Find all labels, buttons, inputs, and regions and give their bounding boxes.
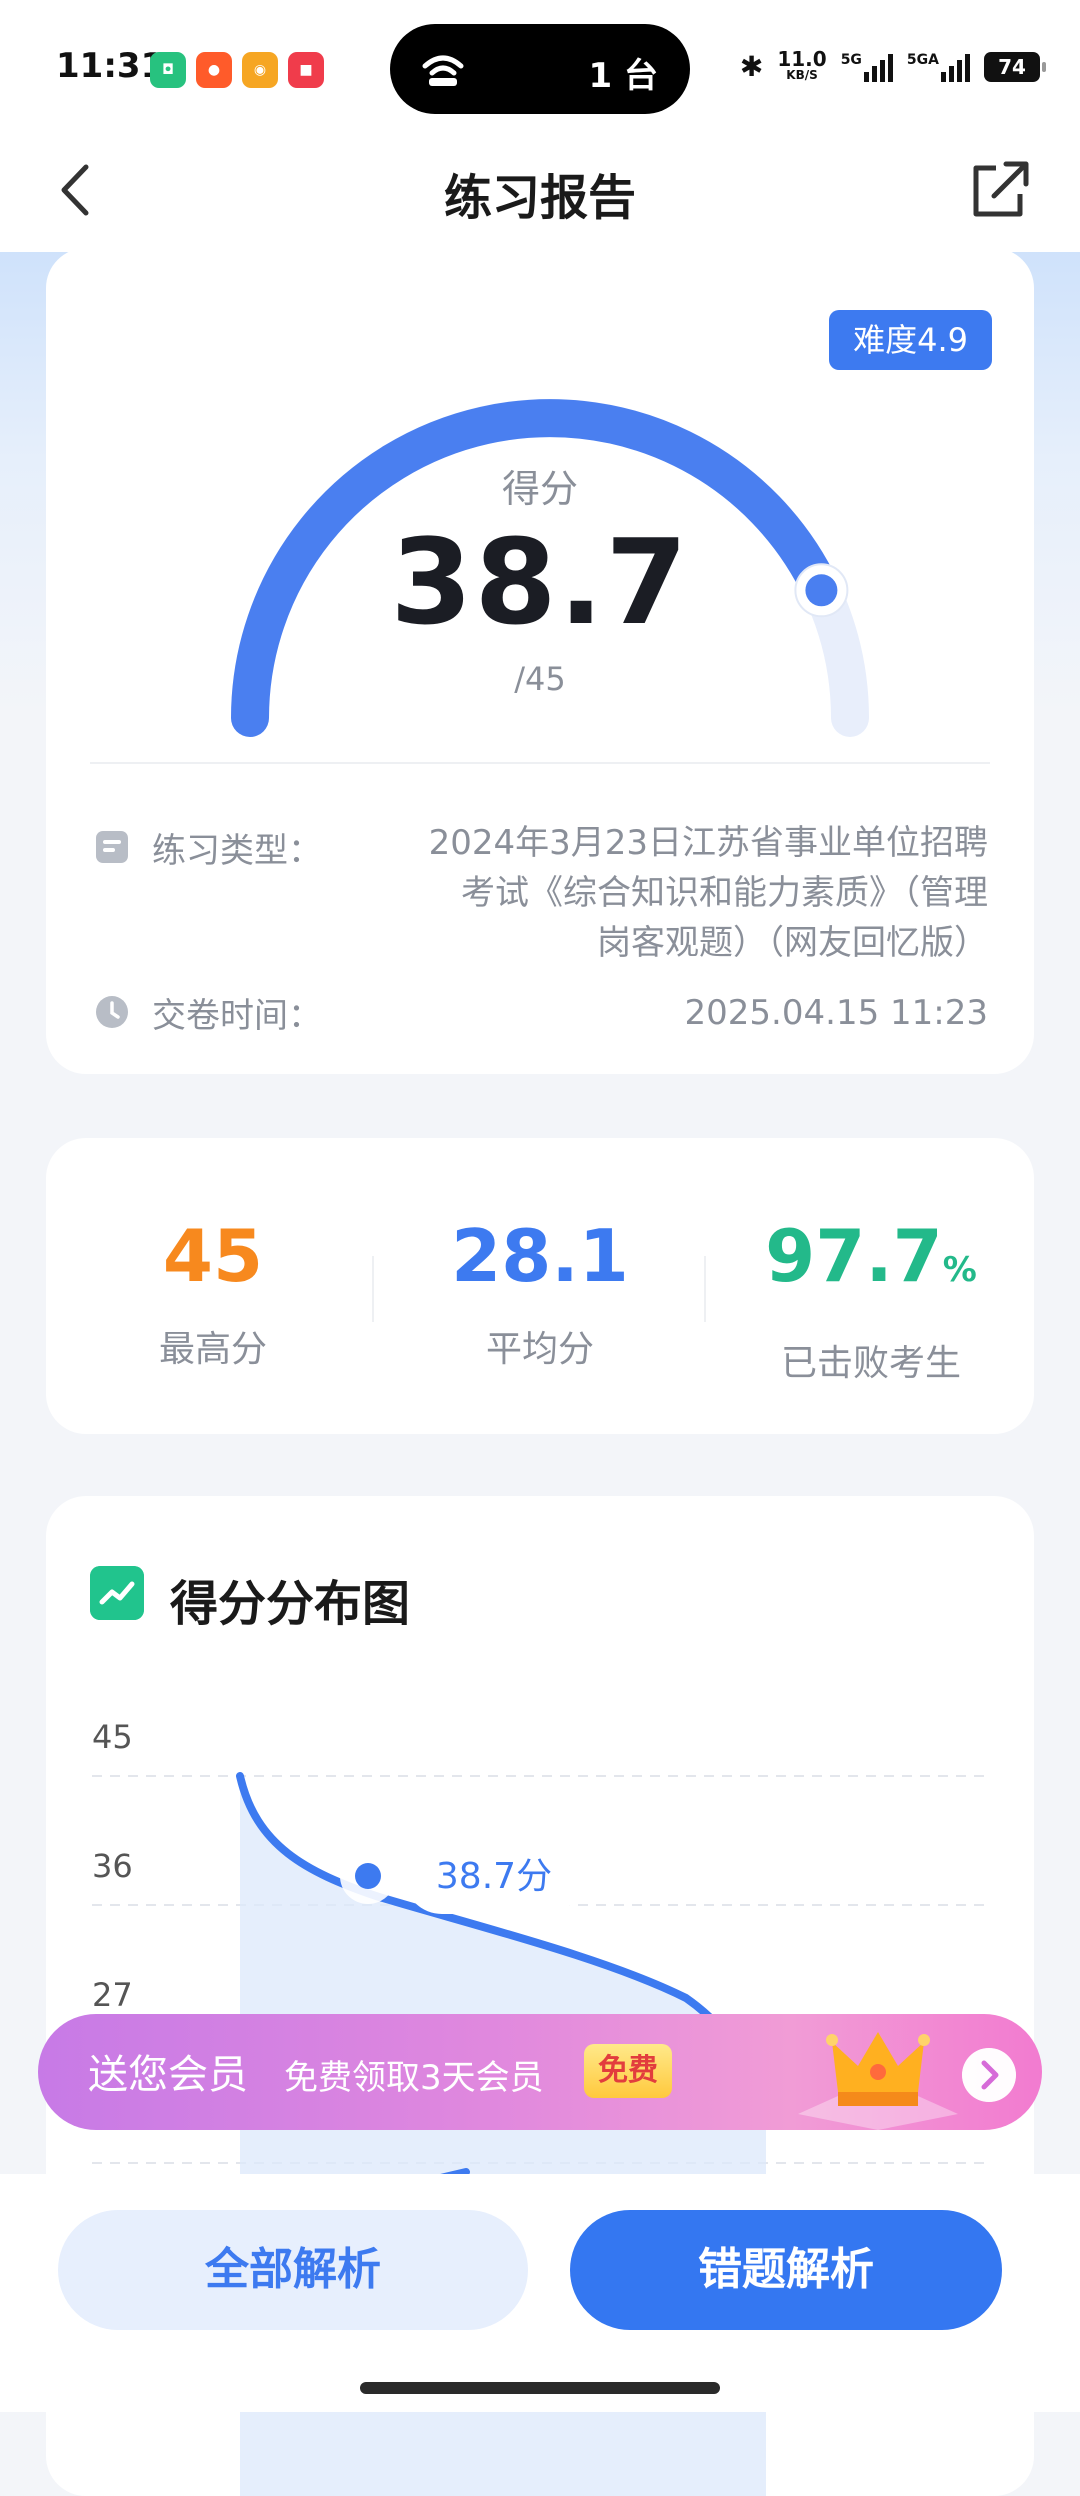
- submit-time-value: 2025.04.15 11:23: [684, 993, 988, 1033]
- page-title: 练习报告: [443, 170, 636, 226]
- signal-label: 5GA: [906, 51, 939, 68]
- signal-label: 5G: [840, 51, 862, 68]
- dynamic-island[interactable]: 1 台: [390, 24, 690, 114]
- average-score-value: 28.1: [451, 1214, 629, 1298]
- status-indicators: ✱ 11.0 KB/S 5G 5GA 74: [739, 46, 1046, 83]
- document-icon: [96, 831, 128, 863]
- vip-promo-banner[interactable]: 送您会员 免费领取3天会员 免费: [38, 2014, 1042, 2130]
- promo-sub-text: 免费领取3天会员: [284, 2058, 544, 2098]
- share-out-icon[interactable]: [966, 154, 1032, 224]
- score-card: 难度4.9 得分 38.7 /45 练习类型： 2024年3月23日江苏省事业单…: [46, 248, 1034, 1074]
- score-total: /45: [514, 660, 566, 698]
- nav-bar: 练习报告: [0, 130, 1080, 252]
- score-marker-point: [355, 1863, 381, 1889]
- submit-time-label: 交卷时间：: [152, 996, 322, 1036]
- beat-percent-unit: %: [942, 1250, 977, 1290]
- max-score-value: 45: [162, 1214, 264, 1298]
- y-tick-label: 27: [92, 1976, 133, 2014]
- practice-type-value: 2024年3月23日江苏省事业单位招聘考试《综合知识和能力素质》（管理岗客观题）…: [428, 823, 988, 963]
- signal-icon: 5GA: [907, 52, 970, 82]
- crown-icon: [798, 2032, 958, 2130]
- score-marker-label: 38.7分: [436, 1856, 552, 1897]
- stat-average: 28.1 平均分: [375, 1216, 705, 1372]
- stat-divider: [372, 1256, 374, 1322]
- battery-icon: 74: [984, 51, 1046, 82]
- bottom-action-bar: 全部解析 错题解析: [0, 2174, 1080, 2412]
- stat-max: 45 最高分: [48, 1216, 378, 1372]
- app-notification-icon: ■: [288, 52, 324, 88]
- y-tick-label: 45: [92, 1718, 133, 1756]
- home-indicator[interactable]: [360, 2382, 720, 2394]
- promo-main-text: 送您会员: [88, 2052, 248, 2098]
- wifi-hotspot-icon: [422, 55, 464, 86]
- all-analysis-button[interactable]: 全部解析: [58, 2210, 528, 2330]
- status-bar: 11:31 ◘ ● ◉ ■ 1 台 ✱ 11.0 KB/S 5G 5GA 74: [0, 0, 1080, 130]
- max-score-label: 最高分: [158, 1329, 267, 1370]
- app-notification-icon: ◘: [150, 52, 186, 88]
- beat-percent: 97.7%: [706, 1216, 1036, 1310]
- net-speed-value: 11.0: [777, 46, 827, 71]
- app-notification-icon: ●: [196, 52, 232, 88]
- chevron-right-icon[interactable]: [962, 2048, 1016, 2102]
- stats-card: 45 最高分 28.1 平均分 97.7% 已击败考生: [46, 1138, 1034, 1434]
- average-score-label: 平均分: [485, 1329, 594, 1370]
- free-tag: 免费: [584, 2044, 672, 2098]
- net-speed: 11.0 KB/S: [777, 46, 827, 83]
- score-value: 38.7: [390, 513, 690, 651]
- clock-icon: [96, 996, 128, 1028]
- status-app-icons: ◘ ● ◉ ■: [150, 52, 324, 88]
- beat-label: 已击败考生: [780, 1343, 961, 1384]
- practice-type-label: 练习类型：: [152, 831, 322, 871]
- stat-beat: 97.7% 已击败考生: [706, 1216, 1036, 1386]
- island-device-count: 1 台: [588, 56, 659, 96]
- wrong-analysis-button[interactable]: 错题解析: [570, 2210, 1002, 2330]
- beat-percent-value: 97.7: [765, 1214, 943, 1298]
- y-tick-label: 36: [92, 1847, 133, 1885]
- divider: [90, 762, 990, 764]
- signal-icon: 5G: [841, 52, 893, 82]
- score-label: 得分: [501, 467, 578, 511]
- status-time: 11:31: [56, 46, 165, 86]
- weibo-icon: ◉: [242, 52, 278, 88]
- bluetooth-icon: ✱: [739, 50, 764, 83]
